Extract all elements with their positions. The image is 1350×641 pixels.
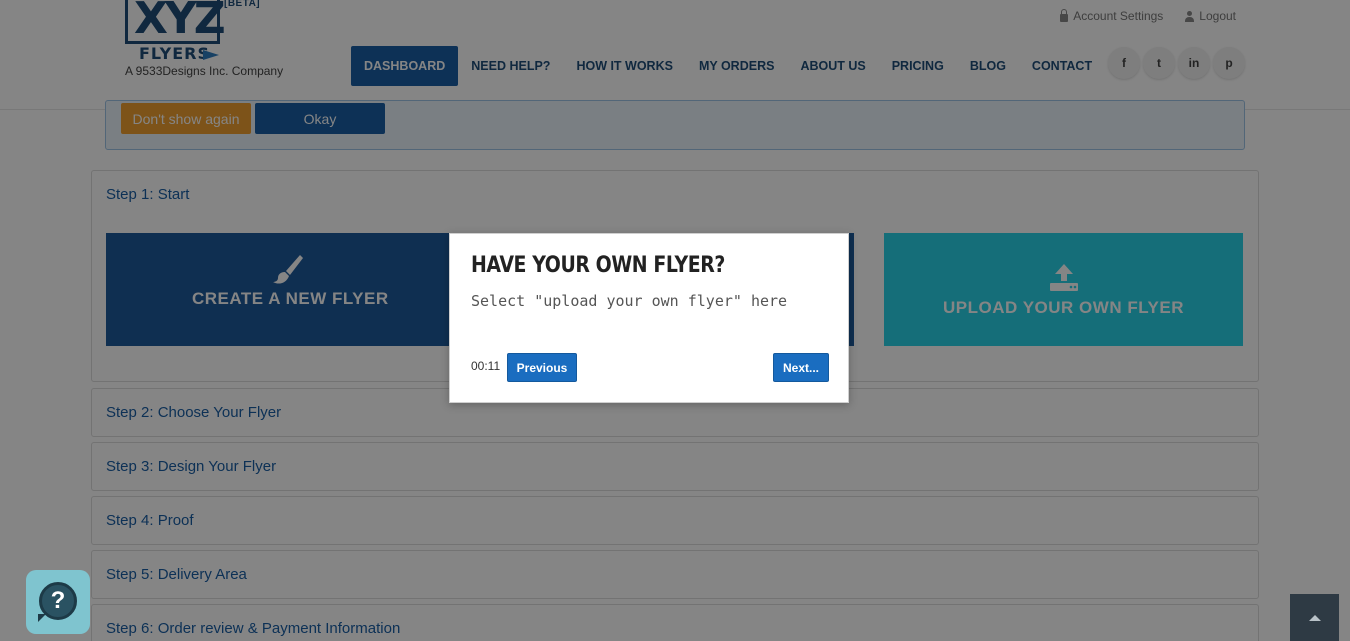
tour-timer: 00:11 <box>471 359 501 373</box>
back-to-top-button[interactable] <box>1290 594 1339 641</box>
previous-button[interactable]: Previous <box>507 353 577 382</box>
speech-tail <box>38 614 46 622</box>
help-button[interactable]: ? <box>26 570 90 634</box>
chevron-up-icon <box>1308 614 1321 621</box>
tour-description: Select "upload your own flyer" here <box>471 292 788 310</box>
tour-title: HAVE YOUR OWN FLYER? <box>471 253 725 278</box>
next-button[interactable]: Next... <box>773 353 829 382</box>
tour-popup: HAVE YOUR OWN FLYER? Select "upload your… <box>449 233 849 403</box>
